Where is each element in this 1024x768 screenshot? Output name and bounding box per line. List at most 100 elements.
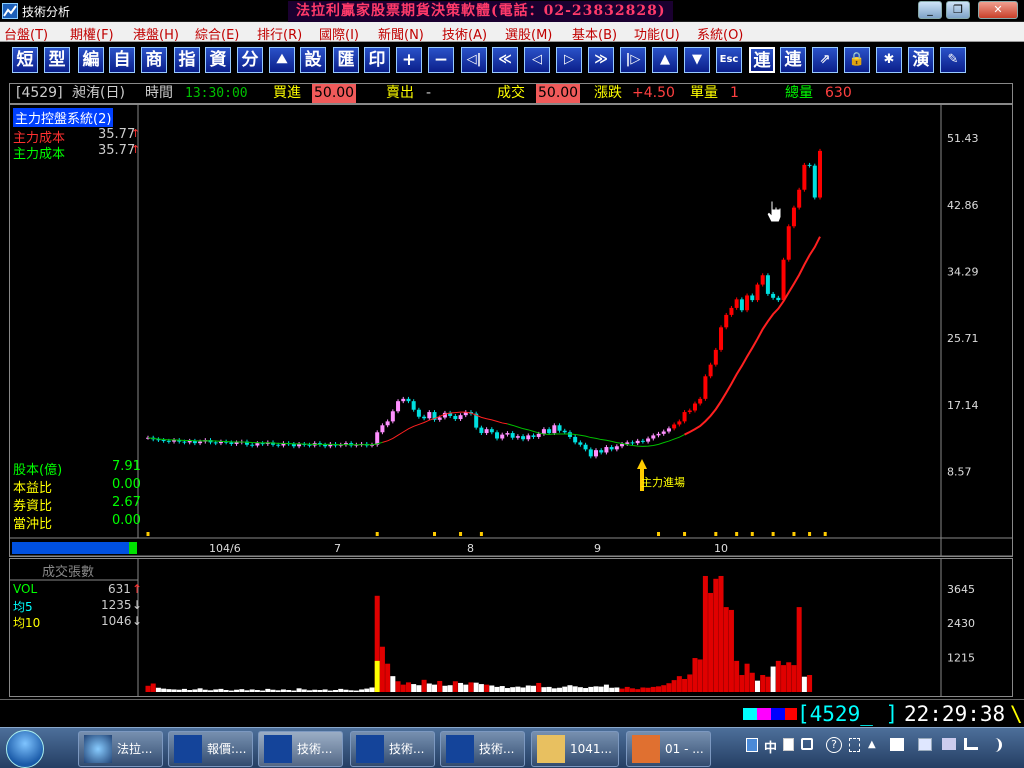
volume-bar <box>249 689 255 692</box>
volume-bar <box>208 690 214 692</box>
keyboard-icon[interactable] <box>801 738 813 750</box>
volume-bar <box>364 688 370 692</box>
indicator-title[interactable]: 主力控盤系統(2) <box>13 108 114 127</box>
menu-item-stock-picker[interactable]: 選股(M) <box>505 24 552 43</box>
task-item-technical-1[interactable]: 技術... <box>258 731 343 767</box>
demo-button[interactable]: 演 <box>908 47 934 73</box>
action-center-icon[interactable] <box>918 738 932 751</box>
candle-body <box>401 398 406 402</box>
menu-item-function[interactable]: 功能(U) <box>634 24 680 43</box>
code-input[interactable]: [4529_ ] <box>797 702 898 726</box>
candle-body <box>505 433 510 435</box>
candle-body <box>396 401 401 412</box>
title-bar: 技術分析 法拉利贏家股票期貨決策軟體(電話：02-23832828) _ ❐ ✕ <box>0 0 1024 22</box>
menu-item-international[interactable]: 國際(I) <box>319 24 359 43</box>
volume-bar <box>645 687 651 692</box>
volume-bar <box>421 679 427 692</box>
print-button[interactable]: 印 <box>364 47 390 73</box>
chart-icon[interactable]: ⛰ <box>269 47 295 73</box>
display-icon[interactable] <box>942 738 956 750</box>
volume-bar <box>223 690 229 692</box>
last-icon[interactable]: |▷ <box>620 47 646 73</box>
rewind-icon[interactable]: ≪ <box>492 47 518 73</box>
ime-indicator[interactable]: 中 <box>764 737 777 756</box>
custom-button[interactable]: 自 <box>109 47 135 73</box>
status-tail: \ <box>1010 702 1023 726</box>
task-item-ferrari[interactable]: 法拉... <box>78 731 163 767</box>
network-icon[interactable] <box>746 738 758 752</box>
task-item-folder[interactable]: 1041... <box>531 731 619 767</box>
volume-chart-panel[interactable]: 3645 2430 1215 成交張數 VOL 631 ↑ 均5 1235 ↓ 均1… <box>9 558 1013 697</box>
menu-item-technical[interactable]: 技術(A) <box>442 24 487 43</box>
next-icon[interactable]: ▷ <box>556 47 582 73</box>
fullwidth-icon[interactable] <box>783 738 794 751</box>
tools-icon[interactable]: ✱ <box>876 47 902 73</box>
volume-bar <box>504 688 510 692</box>
candle-body <box>385 421 390 426</box>
edit-button[interactable]: 編 <box>78 47 104 73</box>
help-icon[interactable]: ? <box>826 737 842 753</box>
menu-item-basic[interactable]: 基本(B) <box>572 24 617 43</box>
index-button[interactable]: 指 <box>174 47 200 73</box>
volume-bar <box>520 687 526 692</box>
export-button[interactable]: 匯 <box>333 47 359 73</box>
windows-start-icon[interactable] <box>6 730 44 768</box>
volume-bar <box>317 690 323 692</box>
price-chart[interactable]: 51.43 42.86 34.29 25.71 17.14 8.57 104/6 7 8 9 10 <box>10 105 1012 556</box>
first-icon[interactable]: ◁| <box>461 47 487 73</box>
window-icon[interactable]: ⇗ <box>812 47 838 73</box>
scroll-thumb[interactable] <box>129 542 137 554</box>
menu-item-system[interactable]: 系統(O) <box>697 24 743 43</box>
prev-icon[interactable]: ◁ <box>524 47 550 73</box>
task-item-technical-2[interactable]: 技術... <box>350 731 435 767</box>
candle-body <box>276 444 281 446</box>
data-button[interactable]: 資 <box>205 47 231 73</box>
zoom-out-button[interactable]: − <box>428 47 454 73</box>
period-scroll-bar[interactable] <box>12 542 137 554</box>
pen-icon[interactable]: ✎ <box>940 47 966 73</box>
settings-button[interactable]: 設 <box>300 47 326 73</box>
candle-body <box>198 441 203 444</box>
lock-icon[interactable]: 🔒 <box>844 47 870 73</box>
minimize-button[interactable]: _ <box>918 1 942 19</box>
short-button[interactable]: 短 <box>12 47 38 73</box>
menu-item-news[interactable]: 新聞(N) <box>378 24 424 43</box>
menu-item-futures[interactable]: 期權(F) <box>70 24 114 43</box>
chart-app-icon <box>264 735 292 763</box>
window-title: 技術分析 <box>22 5 71 19</box>
menu-item-composite[interactable]: 綜合(E) <box>195 24 239 43</box>
menu-item-ranking[interactable]: 排行(R) <box>257 24 302 43</box>
restore-button[interactable]: ❐ <box>946 1 970 19</box>
task-item-document[interactable]: 01 - ... <box>626 731 711 767</box>
volume-chart[interactable]: 3645 2430 1215 <box>10 559 1012 696</box>
candle-body <box>620 443 625 447</box>
candle-body <box>734 299 739 308</box>
price-axis-tick: 8.57 <box>947 465 972 478</box>
commodity-button[interactable]: 商 <box>141 47 167 73</box>
volume-bar <box>562 686 568 692</box>
price-chart-panel[interactable]: 51.43 42.86 34.29 25.71 17.14 8.57 104/6 7 8 9 10 … <box>9 104 1013 557</box>
task-item-technical-3[interactable]: 技術... <box>440 731 525 767</box>
pattern-button[interactable]: 型 <box>44 47 70 73</box>
candle-body <box>739 299 744 311</box>
fast-forward-icon[interactable]: ≫ <box>588 47 614 73</box>
signal-icon[interactable] <box>964 738 978 750</box>
flag-icon[interactable] <box>890 738 904 751</box>
minute-button[interactable]: 分 <box>237 47 263 73</box>
link-button[interactable]: 連 <box>749 47 775 73</box>
candle-body <box>755 284 760 301</box>
close-button[interactable]: ✕ <box>978 1 1018 19</box>
settings-icon[interactable] <box>849 738 860 752</box>
esc-button[interactable]: Esc <box>716 47 742 73</box>
show-hidden-icon[interactable]: ▲ <box>868 739 876 750</box>
down-icon[interactable]: ▼ <box>684 47 710 73</box>
task-item-quote[interactable]: 報價:... <box>168 731 253 767</box>
zoom-in-button[interactable]: + <box>396 47 422 73</box>
volume-icon[interactable] <box>988 738 1002 752</box>
up-icon[interactable]: ▲ <box>652 47 678 73</box>
menu-item-taipan[interactable]: 台盤(T) <box>4 24 48 43</box>
candle-body <box>484 429 489 434</box>
link2-button[interactable]: 連 <box>780 47 806 73</box>
menu-item-hongkong[interactable]: 港盤(H) <box>133 24 179 43</box>
candle-body <box>521 436 526 440</box>
